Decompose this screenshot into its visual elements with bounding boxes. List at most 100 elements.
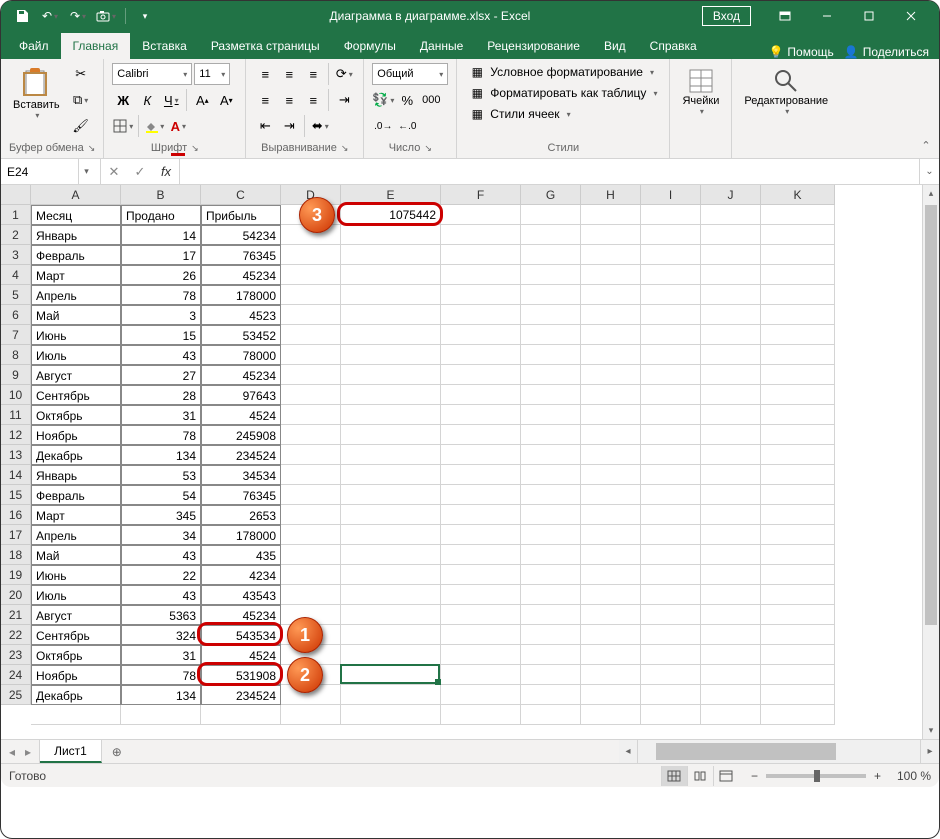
namebox-dropdown-icon[interactable]: ▾ xyxy=(78,159,94,184)
font-family-select[interactable]: Calibri▾ xyxy=(112,63,192,85)
cell[interactable] xyxy=(701,505,761,525)
cell[interactable] xyxy=(281,385,341,405)
cell[interactable] xyxy=(521,465,581,485)
cell[interactable] xyxy=(341,585,441,605)
cell[interactable] xyxy=(341,325,441,345)
cell[interactable] xyxy=(641,205,701,225)
cell[interactable] xyxy=(521,445,581,465)
row-header[interactable]: 13 xyxy=(1,445,31,465)
cell[interactable] xyxy=(641,585,701,605)
cell[interactable] xyxy=(341,445,441,465)
scroll-down-icon[interactable]: ▾ xyxy=(923,722,939,739)
cell[interactable] xyxy=(521,325,581,345)
cell[interactable] xyxy=(581,205,641,225)
cell[interactable] xyxy=(441,525,521,545)
cell[interactable] xyxy=(441,345,521,365)
cell[interactable] xyxy=(641,705,701,725)
cell[interactable]: 45234 xyxy=(201,265,281,285)
cell[interactable] xyxy=(701,645,761,665)
cell[interactable]: 4234 xyxy=(201,565,281,585)
cell[interactable] xyxy=(521,285,581,305)
cell[interactable]: 178000 xyxy=(201,525,281,545)
cell[interactable] xyxy=(521,305,581,325)
underline-button[interactable]: Ч▾ xyxy=(160,89,182,111)
cell[interactable] xyxy=(581,665,641,685)
cell-styles-button[interactable]: ▦Стили ячеек▾ xyxy=(465,105,661,123)
select-all-button[interactable] xyxy=(1,185,31,205)
cell[interactable] xyxy=(341,345,441,365)
zoom-out-icon[interactable]: − xyxy=(751,769,758,783)
cell[interactable] xyxy=(761,325,835,345)
cell[interactable] xyxy=(761,465,835,485)
decrease-decimal-icon[interactable]: ←.0 xyxy=(396,115,418,137)
cell[interactable]: 78 xyxy=(121,285,201,305)
cell[interactable]: 31 xyxy=(121,645,201,665)
formula-input[interactable] xyxy=(180,159,919,184)
cell[interactable]: Март xyxy=(31,505,121,525)
cell[interactable]: 31 xyxy=(121,405,201,425)
cell[interactable]: Март xyxy=(31,265,121,285)
cell[interactable] xyxy=(341,225,441,245)
cell[interactable] xyxy=(761,545,835,565)
cell[interactable]: Декабрь xyxy=(31,445,121,465)
cell[interactable] xyxy=(281,525,341,545)
cell[interactable]: Месяц xyxy=(31,205,121,225)
cell[interactable] xyxy=(761,665,835,685)
cell[interactable] xyxy=(341,625,441,645)
cell[interactable] xyxy=(761,345,835,365)
alignment-launcher-icon[interactable]: ↘ xyxy=(341,143,349,154)
cell[interactable] xyxy=(31,705,121,725)
cell[interactable] xyxy=(521,645,581,665)
cell[interactable] xyxy=(581,405,641,425)
cell[interactable] xyxy=(281,585,341,605)
increase-indent-icon[interactable]: ⇥ xyxy=(278,115,300,137)
cell[interactable] xyxy=(761,265,835,285)
cell[interactable] xyxy=(281,445,341,465)
cell[interactable] xyxy=(521,425,581,445)
tab-help[interactable]: Справка xyxy=(638,33,709,59)
cell[interactable]: 43543 xyxy=(201,585,281,605)
cell[interactable] xyxy=(761,625,835,645)
cell[interactable] xyxy=(281,645,341,665)
cell[interactable]: Июль xyxy=(31,585,121,605)
cell[interactable] xyxy=(761,585,835,605)
cell[interactable] xyxy=(581,505,641,525)
sheet-prev-icon[interactable]: ◂ xyxy=(9,745,15,759)
cell[interactable] xyxy=(521,405,581,425)
cell[interactable] xyxy=(441,645,521,665)
cell[interactable] xyxy=(761,485,835,505)
cell[interactable] xyxy=(341,305,441,325)
minimize-icon[interactable] xyxy=(807,1,847,31)
cell[interactable]: 234524 xyxy=(201,445,281,465)
cell[interactable] xyxy=(341,265,441,285)
cell[interactable]: 345 xyxy=(121,505,201,525)
cell[interactable] xyxy=(761,385,835,405)
cell[interactable] xyxy=(201,705,281,725)
cell[interactable] xyxy=(341,485,441,505)
collapse-ribbon-icon[interactable]: ⌃ xyxy=(917,136,935,154)
clipboard-launcher-icon[interactable]: ↘ xyxy=(88,143,96,154)
cell[interactable] xyxy=(441,465,521,485)
cell[interactable] xyxy=(281,265,341,285)
sheet-nav[interactable]: ◂▸ xyxy=(1,740,40,763)
cell[interactable] xyxy=(521,225,581,245)
cell[interactable]: Апрель xyxy=(31,525,121,545)
cell[interactable] xyxy=(641,545,701,565)
cell[interactable] xyxy=(281,405,341,425)
cell[interactable]: 76345 xyxy=(201,245,281,265)
cell[interactable] xyxy=(581,385,641,405)
cell[interactable] xyxy=(281,625,341,645)
cell[interactable] xyxy=(641,225,701,245)
redo-icon[interactable]: ↷▾ xyxy=(65,4,91,28)
cell[interactable] xyxy=(581,445,641,465)
row-header[interactable]: 20 xyxy=(1,585,31,605)
cancel-formula-icon[interactable]: ✕ xyxy=(101,164,127,180)
cell[interactable] xyxy=(761,445,835,465)
cell[interactable] xyxy=(761,425,835,445)
cell[interactable]: 53 xyxy=(121,465,201,485)
italic-button[interactable]: К xyxy=(136,89,158,111)
merge-center-icon[interactable]: ⬌▾ xyxy=(309,115,331,137)
cell[interactable] xyxy=(641,285,701,305)
tell-me[interactable]: 💡Помощь xyxy=(768,45,833,59)
cell[interactable] xyxy=(641,645,701,665)
